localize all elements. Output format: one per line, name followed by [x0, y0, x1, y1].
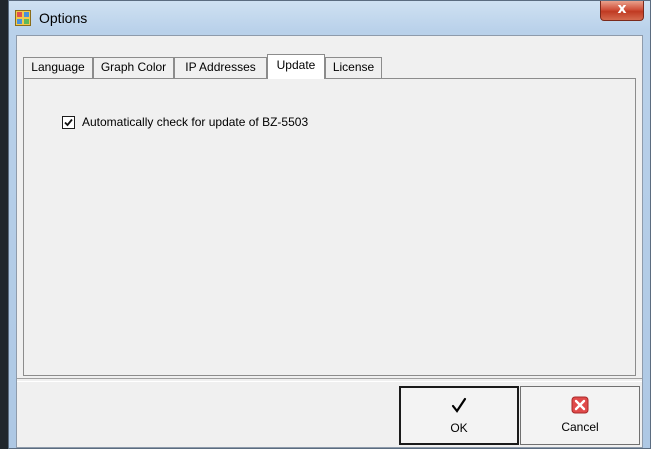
tab-license[interactable]: License [325, 57, 382, 78]
red-x-icon [521, 395, 639, 417]
title-bar[interactable]: Options x [9, 1, 650, 35]
auto-update-checkbox[interactable] [62, 116, 75, 129]
tab-ip-addresses[interactable]: IP Addresses [174, 57, 267, 78]
tab-strip: Language Graph Color IP Addresses Update… [23, 54, 642, 79]
update-tab-panel: Automatically check for update of BZ-550… [23, 78, 636, 376]
options-app-icon [15, 10, 31, 26]
close-button[interactable]: x [600, 1, 644, 21]
client-area: Language Graph Color IP Addresses Update… [16, 35, 643, 448]
tab-update[interactable]: Update [267, 54, 325, 79]
window-title: Options [39, 10, 88, 26]
checkmark-icon [401, 396, 517, 418]
tab-graph-color[interactable]: Graph Color [93, 57, 174, 78]
footer-separator [17, 378, 642, 382]
tab-language[interactable]: Language [23, 57, 93, 78]
cancel-label: Cancel [561, 420, 599, 434]
ok-label: OK [450, 421, 468, 435]
close-icon: x [617, 1, 627, 17]
checkbox-check-icon [64, 118, 73, 127]
ok-button[interactable]: OK [399, 386, 519, 445]
auto-update-label: Automatically check for update of BZ-550… [82, 115, 309, 129]
options-window: Options x Language Graph Color IP Addres… [8, 0, 651, 449]
cancel-button[interactable]: Cancel [520, 386, 640, 445]
